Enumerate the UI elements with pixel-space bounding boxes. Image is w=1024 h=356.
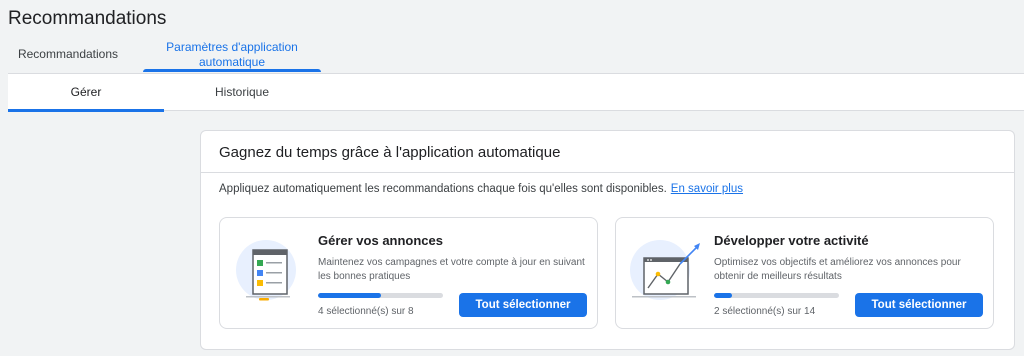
panel-description: Appliquez automatiquement les recommanda… [219,183,743,195]
select-all-button[interactable]: Tout sélectionner [855,293,983,317]
progress-bar [318,293,443,298]
learn-more-link[interactable]: En savoir plus [671,183,743,195]
card-manage-ads: Gérer vos annonces Maintenez vos campagn… [219,217,598,329]
progress-fill [714,293,732,298]
tab-label: Recommandations [17,47,119,61]
tab-label-line1: Paramètres d'application [166,40,298,54]
page-title: Recommandations [8,8,167,29]
progress-bar [714,293,839,298]
card-description: Maintenez vos campagnes et votre compte … [318,257,585,282]
tab-parametres-application-automatique[interactable]: Paramètres d'application automatique [143,38,321,72]
select-all-button[interactable]: Tout sélectionner [459,293,587,317]
tab-bar: Recommandations Paramètres d'application… [0,38,1024,72]
tab-label-line2: automatique [198,55,266,69]
selection-count: 4 sélectionné(s) sur 8 [318,306,414,317]
card-grow-business: Développer votre activité Optimisez vos … [615,217,994,329]
auto-apply-panel: Gagnez du temps grâce à l'application au… [200,130,1015,350]
checklist-illustration-icon [236,240,296,301]
selection-count: 2 sélectionné(s) sur 14 [714,306,816,317]
subtab-label: Gérer [70,85,102,99]
growth-chart-illustration-icon [630,240,700,300]
active-tab-indicator [143,69,321,72]
card-title: Gérer vos annonces [318,233,443,248]
active-subtab-indicator [8,109,164,112]
card-description: Optimisez vos objectifs et améliorez vos… [714,257,961,282]
panel-title: Gagnez du temps grâce à l'application au… [219,144,561,161]
panel-divider [201,172,1014,173]
subtab-label: Historique [214,85,270,99]
subtab-bar: Gérer Historique [8,73,1024,112]
progress-fill [318,293,381,298]
tab-recommandations[interactable]: Recommandations [8,38,128,72]
subtab-gerer[interactable]: Gérer [8,74,164,112]
subtab-historique[interactable]: Historique [180,74,304,111]
panel-description-text: Appliquez automatiquement les recommanda… [219,183,667,195]
card-title: Développer votre activité [714,233,869,248]
